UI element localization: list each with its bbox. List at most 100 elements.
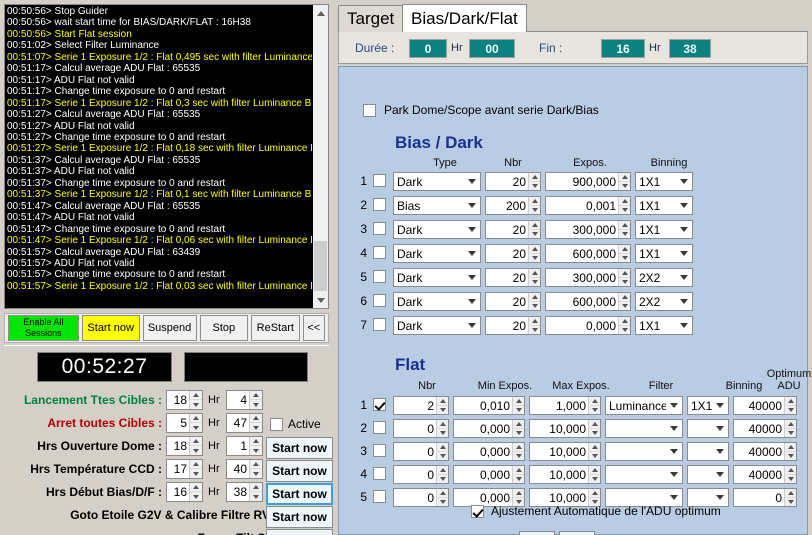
spinner-down-icon[interactable] <box>529 182 540 191</box>
chevron-down-icon[interactable] <box>676 317 692 334</box>
spinner-arrows[interactable] <box>528 221 540 238</box>
hour-spinner[interactable] <box>189 483 202 501</box>
row-enable-checkbox[interactable] <box>373 421 386 434</box>
spinner-up-icon[interactable] <box>619 173 630 182</box>
nbr-input[interactable]: 0 <box>393 442 449 461</box>
spinner-up-icon[interactable] <box>250 437 262 446</box>
nbr-input[interactable]: 20 <box>485 316 541 335</box>
spinner-down-icon[interactable] <box>785 498 796 507</box>
spinner-up-icon[interactable] <box>785 397 796 406</box>
max-expos-input[interactable]: 1,000 <box>529 396 601 415</box>
spinner-arrows[interactable] <box>436 489 448 506</box>
chevron-down-icon[interactable] <box>666 397 682 414</box>
optimum-adu-input[interactable]: 0 <box>733 488 797 507</box>
scheduler-start-now-button[interactable]: Start now <box>266 437 333 459</box>
nbr-input[interactable]: 20 <box>485 172 541 191</box>
binning-select[interactable]: 2X2 <box>635 268 693 287</box>
spinner-down-icon[interactable] <box>190 446 202 455</box>
nbr-input[interactable]: 0 <box>393 465 449 484</box>
binning-select[interactable]: 1X1 <box>635 316 693 335</box>
scheduler-start-now-button[interactable]: Start now <box>266 529 333 535</box>
scheduler-hour-input[interactable]: 17 <box>166 459 203 479</box>
optimum-adu-input[interactable]: 40000 <box>733 396 797 415</box>
expos-input[interactable]: 600,000 <box>545 244 631 263</box>
spinner-arrows[interactable] <box>512 420 524 437</box>
spinner-up-icon[interactable] <box>513 397 524 406</box>
spinner-arrows[interactable] <box>588 466 600 483</box>
spinner-up-icon[interactable] <box>619 293 630 302</box>
scheduler-minute-input[interactable]: 40 <box>226 459 263 479</box>
binning-select[interactable]: 1X1 <box>635 196 693 215</box>
spinner-arrows[interactable] <box>784 420 796 437</box>
hour-spinner[interactable] <box>189 437 202 455</box>
spinner-up-icon[interactable] <box>589 489 600 498</box>
spinner-down-icon[interactable] <box>785 475 796 484</box>
spinner-down-icon[interactable] <box>513 406 524 415</box>
scheduler-minute-input[interactable]: 47 <box>226 413 263 433</box>
spinner-up-icon[interactable] <box>589 420 600 429</box>
chevron-down-icon[interactable] <box>712 466 728 483</box>
spinner-arrows[interactable] <box>512 443 524 460</box>
spinner-up-icon[interactable] <box>619 221 630 230</box>
row-enable-checkbox[interactable] <box>373 198 386 211</box>
spinner-down-icon[interactable] <box>619 230 630 239</box>
spinner-down-icon[interactable] <box>190 469 202 478</box>
spinner-down-icon[interactable] <box>589 452 600 461</box>
spinner-arrows[interactable] <box>618 173 630 190</box>
spinner-up-icon[interactable] <box>529 317 540 326</box>
chevron-down-icon[interactable] <box>676 293 692 310</box>
nbr-input[interactable]: 200 <box>485 196 541 215</box>
spinner-up-icon[interactable] <box>529 293 540 302</box>
scheduler-start-now-button[interactable]: Start now <box>266 460 333 482</box>
binning-select[interactable]: 2X2 <box>635 292 693 311</box>
chevron-down-icon[interactable] <box>464 197 480 214</box>
hour-spinner[interactable] <box>189 414 202 432</box>
spinner-down-icon[interactable] <box>513 429 524 438</box>
spinner-down-icon[interactable] <box>529 302 540 311</box>
spinner-down-icon[interactable] <box>250 469 262 478</box>
chevron-down-icon[interactable] <box>712 443 728 460</box>
restart-button[interactable]: ReStart <box>251 315 300 341</box>
nbr-input[interactable]: 0 <box>393 488 449 507</box>
fin-minute-value[interactable]: 38 <box>669 39 711 58</box>
spinner-arrows[interactable] <box>528 269 540 286</box>
row-enable-checkbox[interactable] <box>373 222 386 235</box>
row-enable-checkbox[interactable] <box>373 174 386 187</box>
log-scrollbar[interactable] <box>312 5 328 308</box>
spinner-down-icon[interactable] <box>619 182 630 191</box>
spinner-up-icon[interactable] <box>250 483 262 492</box>
spinner-up-icon[interactable] <box>589 443 600 452</box>
spinner-down-icon[interactable] <box>190 400 202 409</box>
flat-bottom-button-2[interactable] <box>559 531 595 535</box>
expos-input[interactable]: 300,000 <box>545 268 631 287</box>
chevron-down-icon[interactable] <box>464 293 480 310</box>
spinner-up-icon[interactable] <box>513 443 524 452</box>
filter-select[interactable] <box>605 419 683 438</box>
nbr-input[interactable]: 2 <box>393 396 449 415</box>
suspend-button[interactable]: Suspend <box>142 315 197 341</box>
scroll-down-button[interactable] <box>313 292 328 308</box>
park-dome-checkbox[interactable] <box>363 103 376 117</box>
spinner-arrows[interactable] <box>784 397 796 414</box>
spinner-up-icon[interactable] <box>529 245 540 254</box>
spinner-down-icon[interactable] <box>619 326 630 335</box>
chevron-down-icon[interactable] <box>712 420 728 437</box>
chevron-down-icon[interactable] <box>676 245 692 262</box>
spinner-arrows[interactable] <box>618 293 630 310</box>
spinner-up-icon[interactable] <box>529 197 540 206</box>
spinner-arrows[interactable] <box>784 466 796 483</box>
binning-select[interactable] <box>687 465 729 484</box>
scheduler-start-now-button[interactable]: Start now <box>266 506 333 528</box>
chevron-down-icon[interactable] <box>666 443 682 460</box>
chevron-down-icon[interactable] <box>464 173 480 190</box>
spinner-up-icon[interactable] <box>190 460 202 469</box>
spinner-up-icon[interactable] <box>513 489 524 498</box>
chevron-down-icon[interactable] <box>676 173 692 190</box>
hour-spinner[interactable] <box>189 460 202 478</box>
spinner-arrows[interactable] <box>528 293 540 310</box>
spinner-arrows[interactable] <box>528 317 540 334</box>
scrollbar-thumb[interactable] <box>314 241 327 291</box>
type-select[interactable]: Dark <box>393 220 481 239</box>
spinner-down-icon[interactable] <box>437 452 448 461</box>
spinner-down-icon[interactable] <box>589 406 600 415</box>
